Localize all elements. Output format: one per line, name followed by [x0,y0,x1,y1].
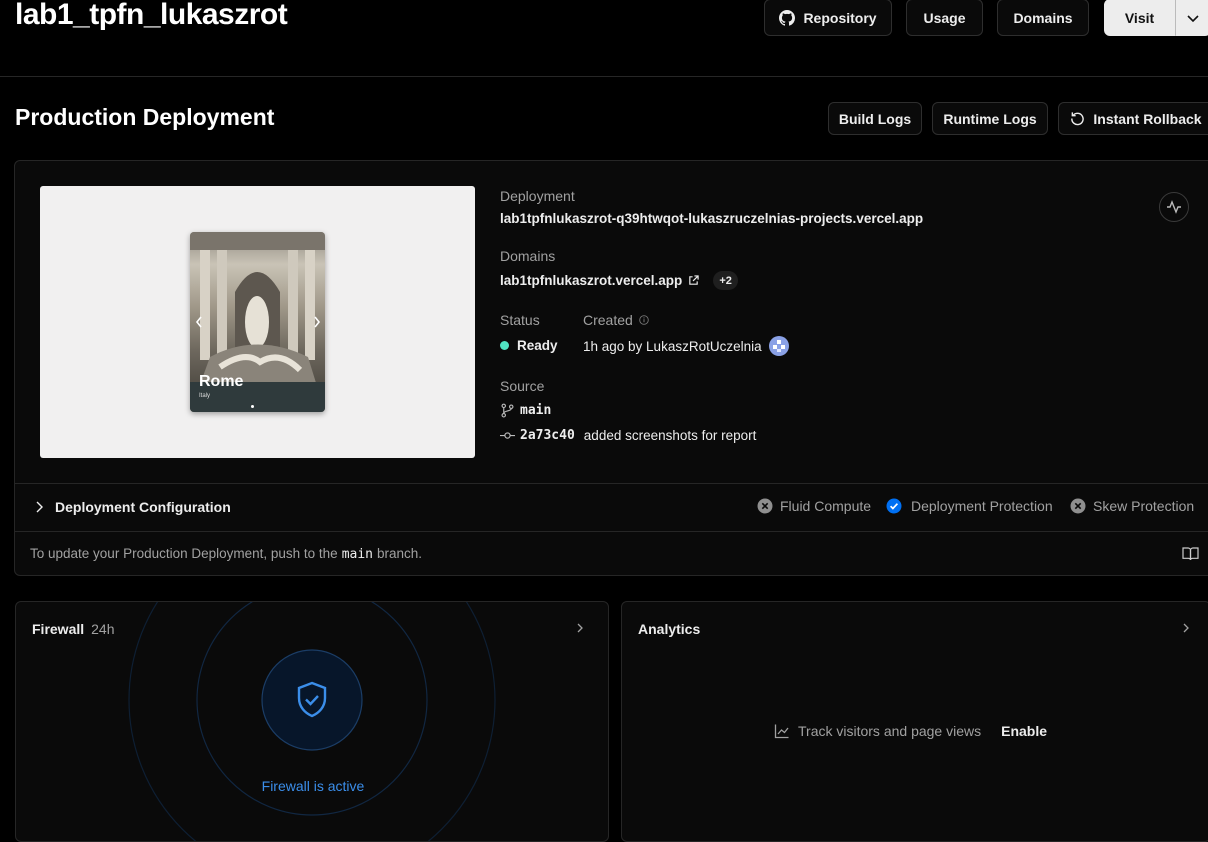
preview-country: Italy [199,393,211,399]
activity-icon [1167,200,1181,214]
github-icon [779,9,796,26]
commit-row: 2a73c40 added screenshots for report [500,428,756,443]
feature-label: Deployment Protection [911,498,1053,514]
feature-fluid-compute: Fluid Compute [757,498,871,514]
feature-deployment-protection: Deployment Protection [886,498,1053,514]
repository-label: Repository [803,9,877,26]
config-divider-bottom [15,531,1208,532]
config-label: Deployment Configuration [55,499,231,515]
branch-name[interactable]: main [520,403,551,418]
commit-hash[interactable]: 2a73c40 [520,428,575,443]
created-label-row: Created [583,312,649,328]
firewall-chevron-icon[interactable] [575,622,585,634]
runtime-logs-label: Runtime Logs [943,110,1037,127]
enabled-check-icon [886,498,902,514]
firewall-period: 24h [91,621,115,637]
git-branch-icon [501,403,514,418]
analytics-title: Analytics [638,621,701,637]
disabled-x-icon [757,498,773,514]
feature-label: Fluid Compute [780,498,872,514]
created-label: Created [583,312,633,328]
firewall-rings [128,602,496,841]
section-title: Production Deployment [15,104,275,130]
update-note: To update your Production Deployment, pu… [30,546,422,562]
carousel-dot [251,405,254,408]
firewall-status: Firewall is active [261,778,365,794]
created-value-row: 1h ago by LukaszRotUczelnia [583,336,789,356]
instant-rollback-label: Instant Rollback [1093,110,1202,127]
branch-row: main [500,403,551,418]
visit-menu-button[interactable] [1175,0,1208,36]
preview-city: Rome [199,373,244,390]
domains-label: Domains [1013,9,1073,26]
analytics-prompt: Track visitors and page views [798,723,982,739]
chart-line-icon [774,724,789,739]
firewall-header: Firewall 24h [32,621,115,637]
status-value: Ready [517,338,558,353]
domains-button[interactable]: Domains [997,0,1089,36]
repository-button[interactable]: Repository [764,0,892,36]
project-title: lab1_tpfn_lukaszrot [15,0,288,31]
build-logs-label: Build Logs [838,110,912,127]
shield-check-icon [297,681,327,718]
deployment-url[interactable]: lab1tpfnlukaszrot-q39htwqot-lukaszruczel… [500,211,923,226]
external-link-icon[interactable] [688,275,699,286]
update-note-text: To update your Production Deployment, pu… [30,546,338,561]
activity-button[interactable] [1159,192,1189,222]
firewall-title: Firewall [32,621,85,637]
user-avatar[interactable] [768,336,789,356]
git-commit-icon [500,432,515,439]
disabled-x-icon [1070,498,1086,514]
usage-label: Usage [923,9,966,26]
domains-section-label: Domains [500,248,556,264]
build-logs-button[interactable]: Build Logs [828,102,922,135]
deployment-preview[interactable]: Rome Italy [40,186,475,458]
analytics-panel[interactable]: Analytics Track visitors and page views … [621,601,1208,842]
feature-label: Skew Protection [1093,498,1195,514]
visit-label: Visit [1124,9,1155,26]
status-label: Status [500,312,540,328]
visit-button[interactable]: Visit [1104,0,1175,36]
commit-message[interactable]: added screenshots for report [584,428,757,443]
firewall-panel[interactable]: Firewall 24h Firewall is active [15,601,609,842]
chevron-down-icon [1187,14,1199,22]
analytics-enable-button[interactable]: Enable [1001,723,1047,739]
update-note-after: branch. [377,546,423,561]
header-divider [0,76,1208,77]
source-label: Source [500,378,545,394]
feature-skew-protection: Skew Protection [1070,498,1194,514]
info-icon[interactable] [639,315,649,325]
status-dot [500,341,509,350]
extra-domains-chip[interactable]: +2 [713,271,738,290]
primary-domain-link[interactable]: lab1tpfnlukaszrot.vercel.app [500,273,682,288]
created-value: 1h ago by LukaszRotUczelnia [583,338,762,354]
runtime-logs-button[interactable]: Runtime Logs [932,102,1048,135]
avatar-pattern-icon [772,340,785,352]
docs-book-icon[interactable] [1182,546,1199,561]
analytics-cta: Track visitors and page views Enable [774,723,1047,739]
analytics-chevron-icon[interactable] [1181,622,1191,634]
carousel-next-icon [314,316,321,328]
deployment-label: Deployment [500,188,575,204]
preview-card: Rome Italy [190,232,325,412]
status-value-row: Ready [500,338,558,353]
carousel-prev-icon [195,316,202,328]
update-note-branch: main [341,547,374,562]
usage-button[interactable]: Usage [906,0,983,36]
domains-row: lab1tpfnlukaszrot.vercel.app +2 [500,271,738,290]
instant-rollback-button[interactable]: Instant Rollback [1058,102,1208,135]
chevron-right-icon [36,501,43,513]
rollback-icon [1071,112,1085,126]
